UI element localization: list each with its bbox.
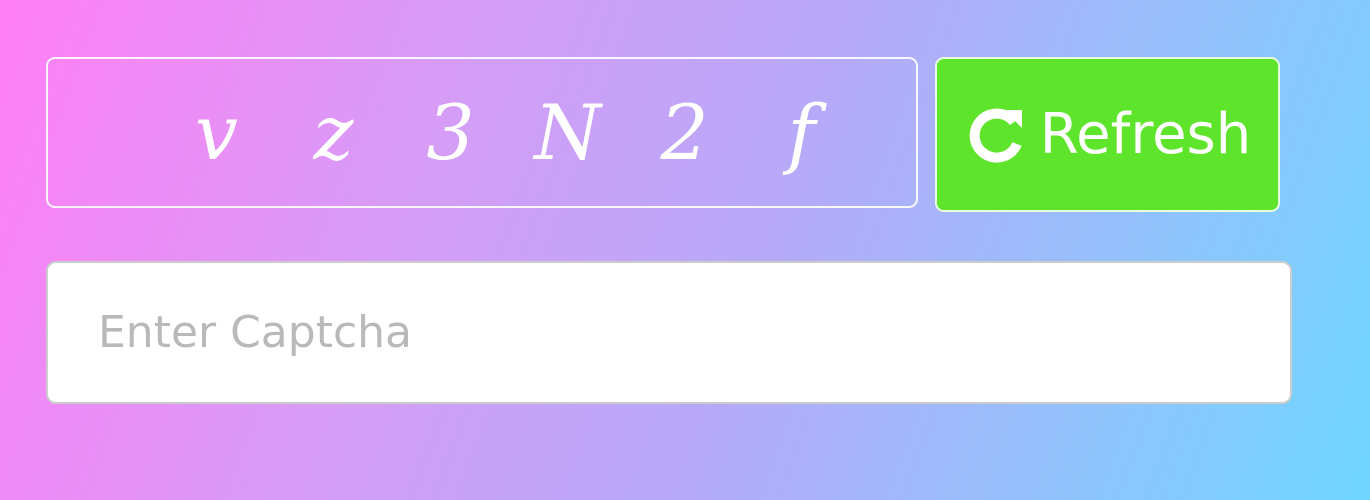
captcha-char: z <box>313 87 354 177</box>
captcha-char: N <box>534 87 601 177</box>
captcha-char: 3 <box>426 87 475 177</box>
refresh-button[interactable]: Refresh <box>935 57 1280 212</box>
refresh-icon <box>964 104 1026 166</box>
captcha-row: v z 3 N 2 f Refresh <box>46 57 1280 212</box>
captcha-input[interactable] <box>46 261 1292 404</box>
captcha-char: 2 <box>660 87 709 177</box>
captcha-display: v z 3 N 2 f <box>46 57 918 208</box>
captcha-characters: v z 3 N 2 f <box>158 87 860 177</box>
captcha-char: f <box>787 87 816 177</box>
refresh-label: Refresh <box>1039 102 1252 167</box>
captcha-char: v <box>195 87 238 177</box>
